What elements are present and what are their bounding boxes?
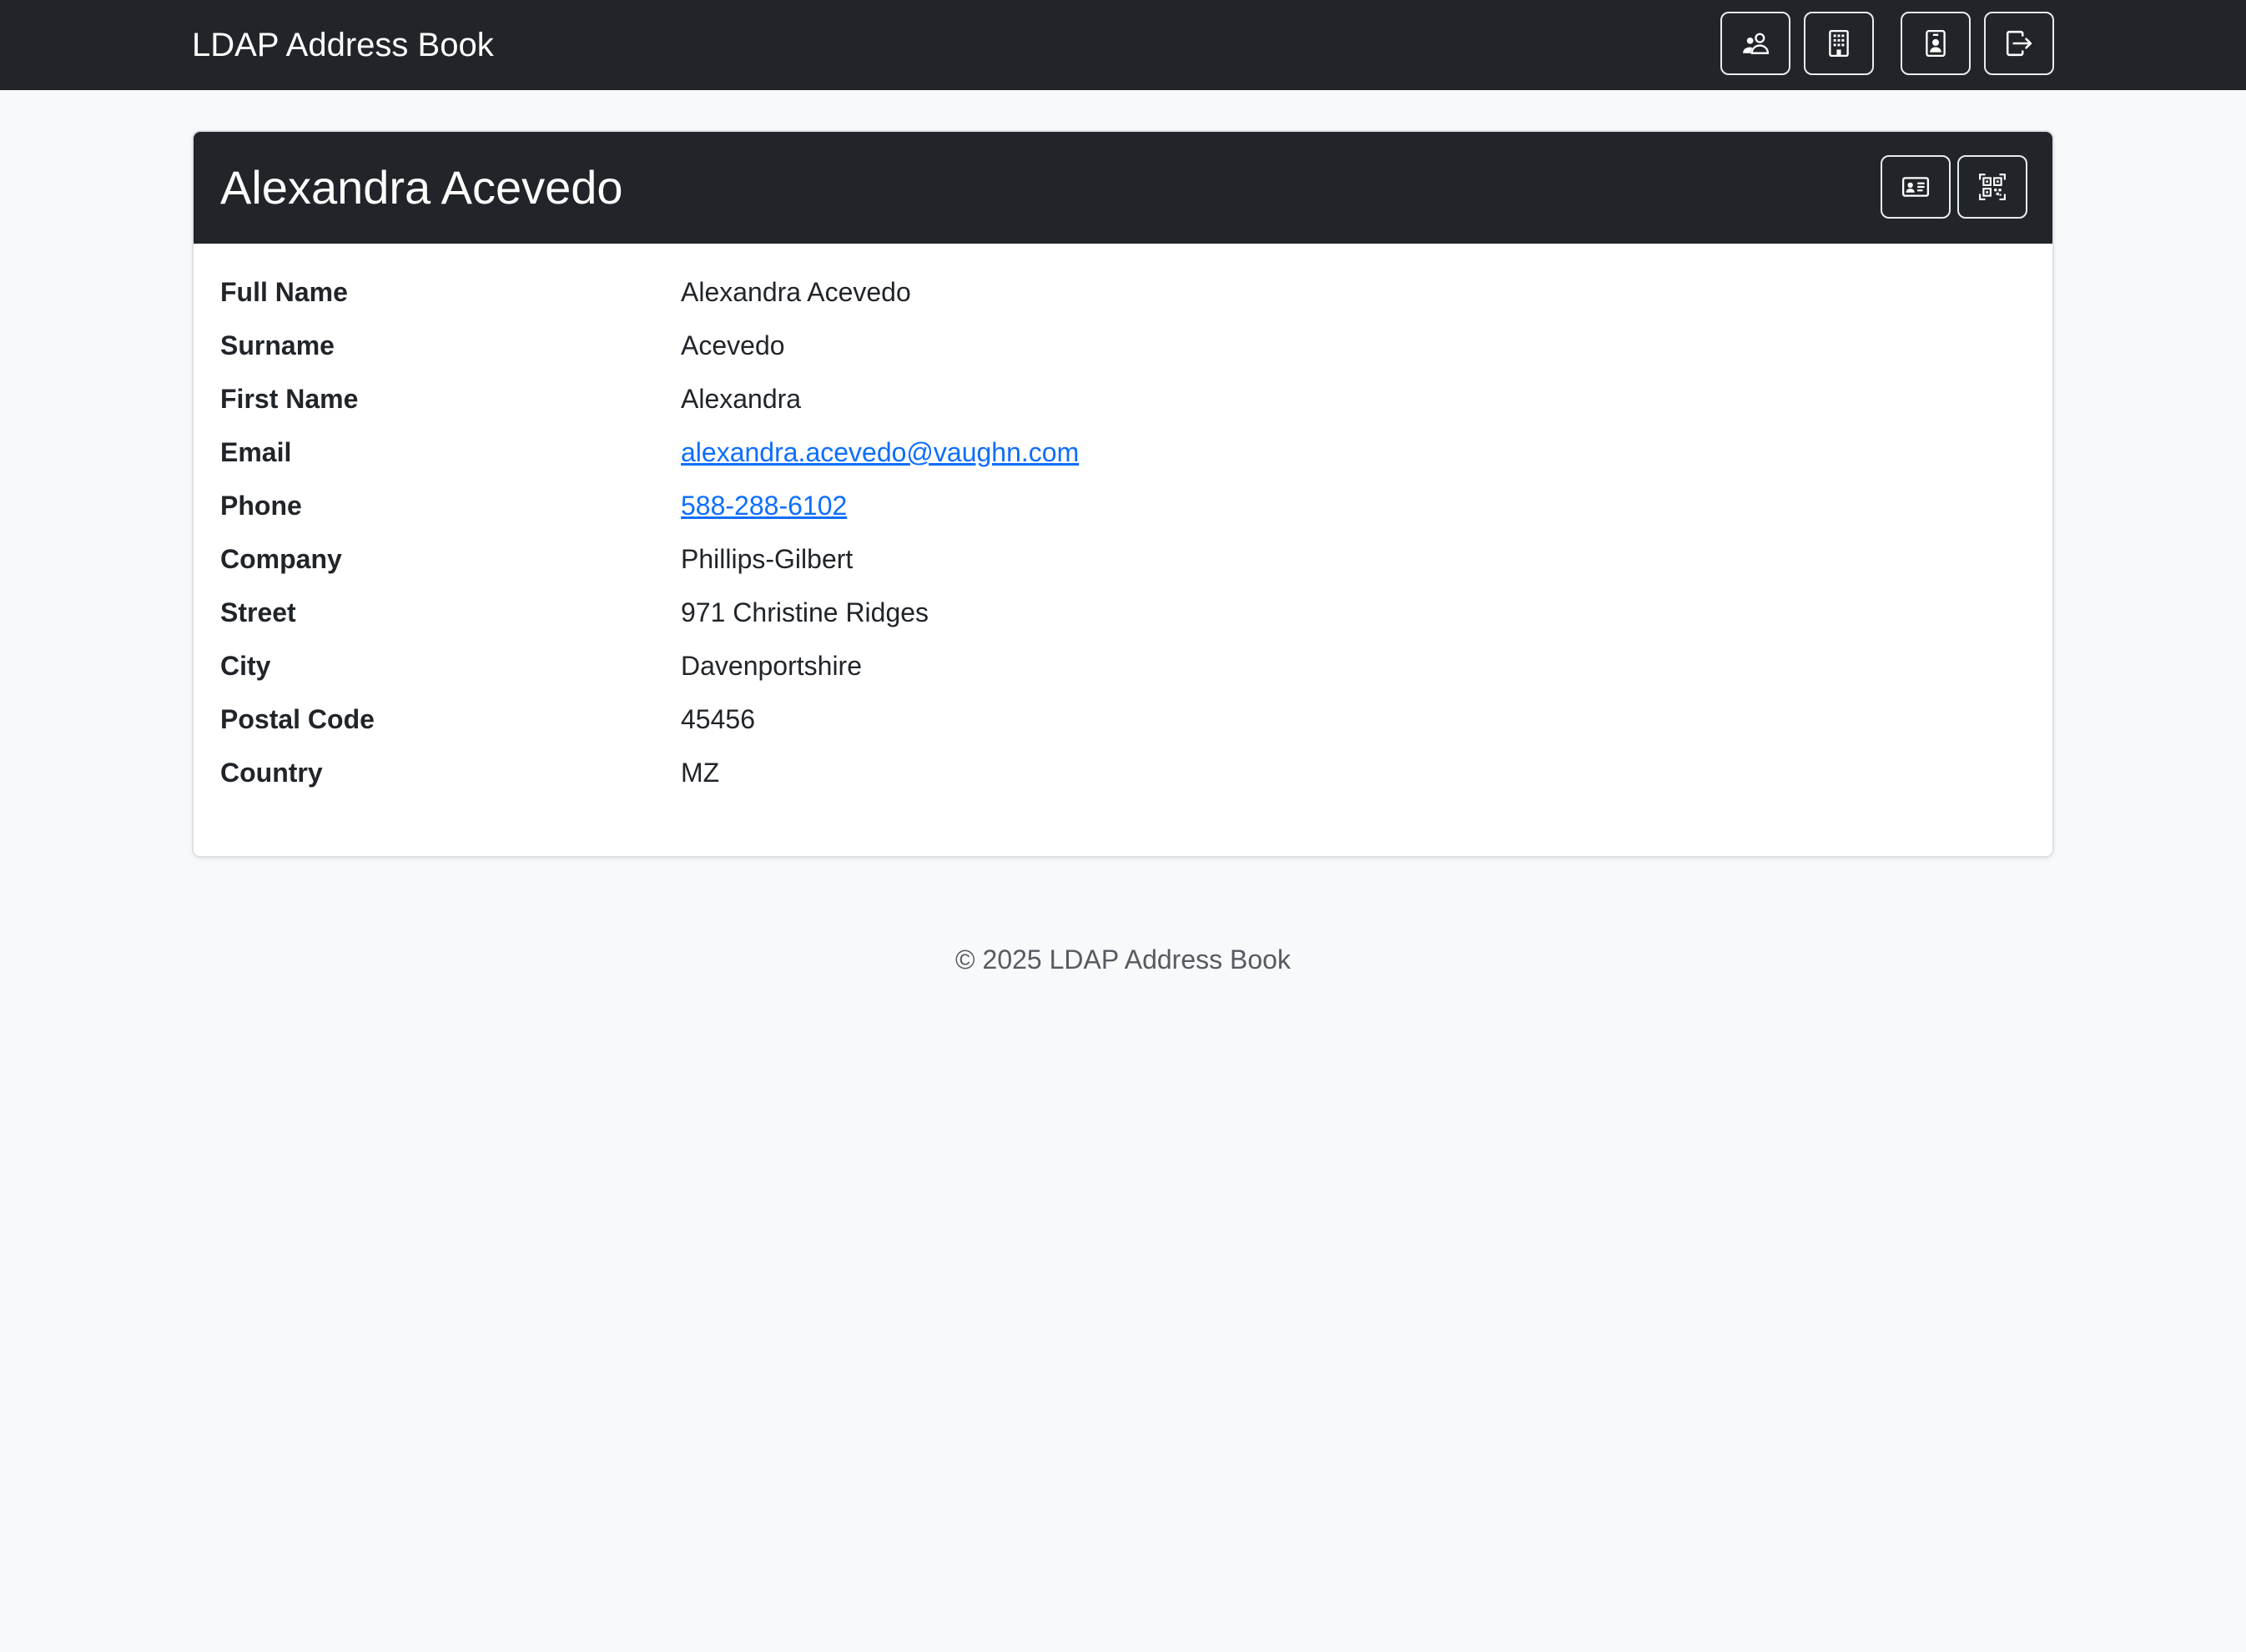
detail-row-postal-code: Postal Code 45456	[220, 693, 2022, 746]
detail-row-city: City Davenportshire	[220, 639, 2022, 693]
detail-label: Email	[220, 437, 292, 467]
vcard-icon	[1901, 173, 1930, 201]
detail-value: 971 Christine Ridges	[681, 597, 929, 627]
detail-row-surname: Surname Acevedo	[220, 319, 2022, 372]
detail-label: First Name	[220, 384, 359, 414]
contact-details: Full Name Alexandra Acevedo Surname Acev…	[220, 265, 2022, 799]
contact-card-header: Alexandra Acevedo	[194, 132, 2052, 244]
detail-value: Davenportshire	[681, 651, 862, 681]
profile-button[interactable]	[1901, 12, 1971, 75]
detail-row-company: Company Phillips-Gilbert	[220, 532, 2022, 586]
phone-link[interactable]: 588-288-6102	[681, 479, 847, 532]
logout-button[interactable]	[1984, 12, 2054, 75]
people-icon	[1741, 29, 1770, 58]
people-button[interactable]	[1720, 12, 1790, 75]
contact-card: Alexandra Acevedo Full Name Alexandra Ac…	[192, 130, 2054, 858]
detail-row-street: Street 971 Christine Ridges	[220, 586, 2022, 639]
detail-value: Phillips-Gilbert	[681, 544, 854, 574]
qr-code-icon	[1978, 173, 2007, 201]
detail-label: Phone	[220, 491, 302, 521]
brand-link[interactable]: LDAP Address Book	[192, 0, 494, 90]
download-vcard-button[interactable]	[1881, 155, 1951, 219]
qr-code-button[interactable]	[1957, 155, 2027, 219]
detail-label: Surname	[220, 330, 335, 360]
detail-value: MZ	[681, 758, 720, 788]
detail-row-phone: Phone 588-288-6102	[220, 479, 2022, 532]
detail-label: Postal Code	[220, 704, 375, 734]
detail-value: Alexandra Acevedo	[681, 277, 911, 307]
detail-label: Street	[220, 597, 296, 627]
logout-icon	[2005, 29, 2033, 58]
detail-row-country: Country MZ	[220, 746, 2022, 799]
detail-row-first-name: First Name Alexandra	[220, 372, 2022, 426]
top-navbar: LDAP Address Book	[0, 0, 2246, 90]
person-badge-icon	[1921, 29, 1950, 58]
detail-row-full-name: Full Name Alexandra Acevedo	[220, 265, 2022, 319]
contact-name-title: Alexandra Acevedo	[220, 161, 623, 214]
detail-value: 45456	[681, 704, 755, 734]
detail-value: Acevedo	[681, 330, 785, 360]
companies-button[interactable]	[1804, 12, 1874, 75]
detail-label: Full Name	[220, 277, 348, 307]
detail-label: Country	[220, 758, 323, 788]
detail-value: Alexandra	[681, 384, 802, 414]
detail-label: Company	[220, 544, 342, 574]
building-icon	[1825, 29, 1853, 58]
detail-row-email: Email alexandra.acevedo@vaughn.com	[220, 426, 2022, 479]
detail-label: City	[220, 651, 271, 681]
email-link[interactable]: alexandra.acevedo@vaughn.com	[681, 426, 1079, 479]
page-footer: © 2025 LDAP Address Book	[955, 944, 1291, 975]
